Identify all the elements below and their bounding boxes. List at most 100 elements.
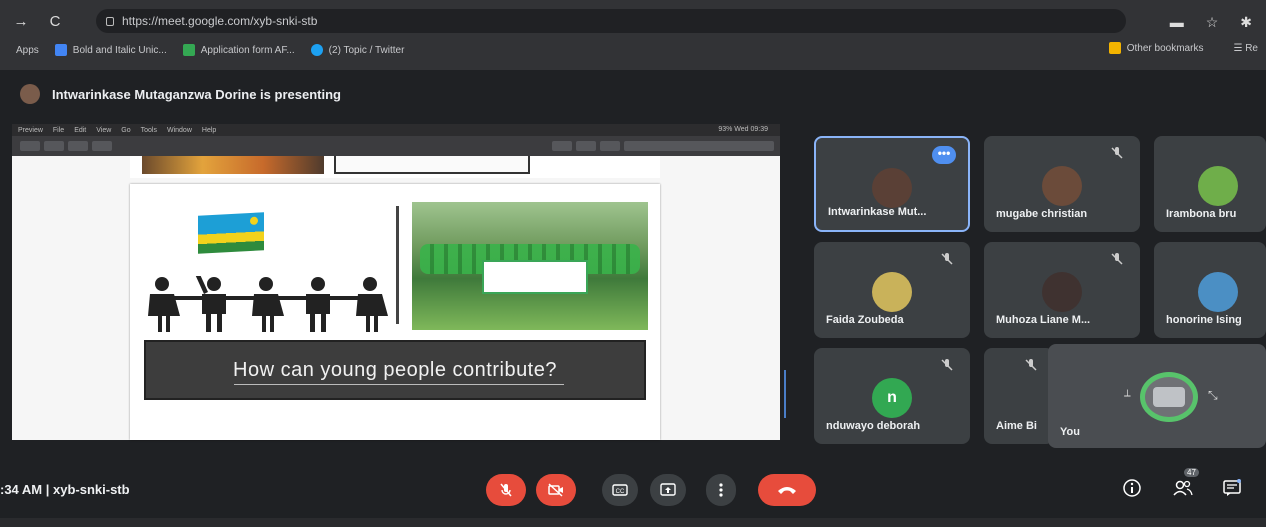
forward-icon[interactable]: → [8,13,34,30]
previous-slide-box [334,156,530,174]
participant-tile[interactable]: n nduwayo deborah [814,348,970,444]
bookmark-unicode[interactable]: Bold and Italic Unic... [54,44,167,56]
chrome-actions: ▬ ☆ ✱ [1170,14,1252,31]
address-row: → C https://meet.google.com/xyb-snki-stb… [0,6,1266,36]
self-name: You [1060,426,1080,438]
slide-question: How can young people contribute? [233,358,557,381]
previous-slide-image [142,156,324,174]
info-icon [1123,479,1141,497]
participant-tile[interactable]: mugabe christian [984,136,1140,232]
participant-name: Aime Bi [996,420,1037,432]
chat-icon [1223,479,1241,496]
group-photo [412,202,648,330]
meeting-info: :34 AM | xyb-snki-stb [0,482,130,497]
reading-list[interactable]: ☰ Re [1233,43,1258,54]
participant-name: mugabe christian [996,208,1088,220]
url-text: https://meet.google.com/xyb-snki-stb [122,14,318,28]
bookmark-apps[interactable]: Apps [16,45,39,56]
form-icon [182,44,195,56]
bookmark-label: Bold and Italic Unic... [72,44,167,56]
mic-off-icon [1111,253,1123,265]
toolbar-button [552,141,572,151]
present-button[interactable] [650,474,686,506]
more-vert-icon [719,483,723,497]
star-icon[interactable]: ☆ [1206,14,1219,31]
address-bar[interactable]: https://meet.google.com/xyb-snki-stb [96,9,1126,33]
bookmark-application-form[interactable]: Application form AF... [182,44,295,56]
rwanda-flag [198,212,264,254]
participant-name: Irambona bru [1166,208,1237,220]
mac-menubar: Preview File Edit View Go Tools Window H… [12,124,780,136]
reload-icon[interactable]: C [42,13,68,30]
participant-tile[interactable]: Faida Zoubeda [814,242,970,338]
bookmarks-bar: Apps Bold and Italic Unic... Application… [0,38,1266,62]
avatar [872,272,912,312]
participant-tile[interactable]: Muhoza Liane M... [984,242,1140,338]
other-bookmarks[interactable]: Other bookmarks [1108,42,1204,54]
avatar [1042,272,1082,312]
bookmark-label: Application form AF... [200,44,295,56]
participant-tile[interactable]: Aime Bi [984,348,1054,444]
slide-area: How can young people contribute? [12,156,780,440]
question-box: How can young people contribute? [144,340,646,400]
slide-bottom [130,408,660,440]
self-avatar [1140,372,1198,422]
bookmark-twitter[interactable]: (2) Topic / Twitter [310,44,404,56]
reading-list-label: Re [1245,42,1258,54]
mac-menu-item: View [96,126,112,134]
mac-menu-item: Edit [74,126,87,134]
bookmark-label: Apps [16,44,39,56]
mic-toggle-button[interactable] [486,474,526,506]
participant-tile[interactable]: ••• Intwarinkase Mut... [814,136,970,232]
captions-icon: CC [612,484,628,496]
participant-name: nduwayo deborah [826,420,921,432]
mac-menu-item: File [52,126,65,134]
avatar [872,168,912,208]
leave-call-button[interactable] [758,474,816,506]
participant-name: honorine Ising [1166,314,1242,326]
presenter-avatar [20,84,40,104]
lock-icon [106,16,114,26]
cast-icon[interactable]: ▬ [1170,14,1184,31]
toolbar-button [600,141,620,151]
toolbar-button [68,141,88,151]
people-button[interactable] [1172,478,1194,502]
meeting-details-button[interactable] [1122,478,1142,502]
mac-menu-item: Tools [140,126,157,134]
mic-off-icon [941,359,953,371]
chat-button[interactable] [1222,478,1242,502]
presenter-text: Intwarinkase Mutaganzwa Dorine is presen… [52,86,341,102]
toolbar-search [624,141,774,151]
minimize-icon[interactable]: ⤡ [1208,388,1218,403]
hang-up-icon [778,487,796,494]
camera-toggle-button[interactable] [536,474,576,506]
meeting-controls-bar: :34 AM | xyb-snki-stb CC 47 [0,464,1266,518]
extensions-icon[interactable]: ✱ [1240,14,1252,31]
presenter-bar: Intwarinkase Mutaganzwa Dorine is presen… [0,76,1266,112]
mic-off-icon [1111,147,1123,159]
pin-icon[interactable]: ⟂ [1124,388,1136,400]
mic-off-icon [1025,359,1037,371]
other-bookmarks-label: Other bookmarks [1126,42,1204,54]
self-view-tile[interactable]: ⟂ ⤡ You [1048,344,1266,448]
people-holding-hands-icon [148,276,388,332]
mac-menu-item: Window [166,126,192,134]
avatar [1198,272,1238,312]
participant-tile[interactable]: honorine Ising [1154,242,1266,338]
more-options-button[interactable] [706,474,736,506]
captions-button[interactable]: CC [602,474,638,506]
participant-tile[interactable]: Irambona bru [1154,136,1266,232]
more-options-icon[interactable]: ••• [932,146,956,164]
question-underline [234,384,564,385]
bookmarks-right: Other bookmarks ☰ Re [1093,42,1258,54]
mac-status: 93% Wed 09:39 [718,126,768,133]
browser-chrome: → C https://meet.google.com/xyb-snki-stb… [0,0,1266,70]
twitter-icon [310,44,323,56]
preview-toolbar [12,136,780,156]
participant-name: Muhoza Liane M... [996,314,1091,326]
toolbar-button [92,141,112,151]
people-icon [1173,480,1193,496]
shared-screen-edge [780,370,786,418]
reading-list-icon: ☰ [1233,42,1243,54]
mic-off-icon [500,483,512,497]
